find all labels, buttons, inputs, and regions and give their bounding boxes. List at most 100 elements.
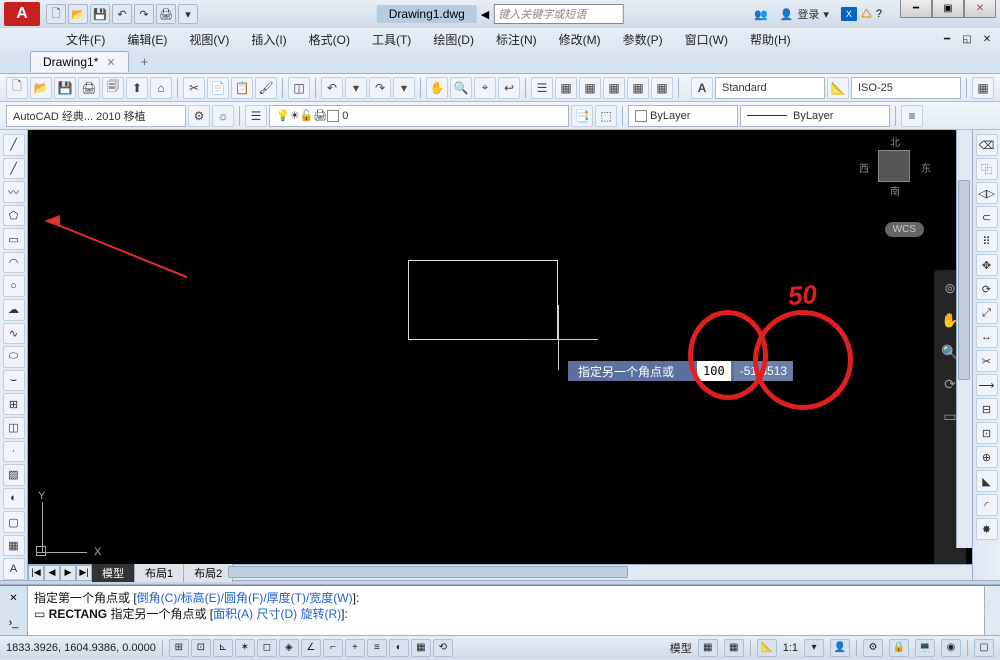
color-dropdown[interactable]: ByLayer	[628, 105, 738, 127]
menu-format[interactable]: 格式(O)	[299, 29, 360, 50]
window-maximize[interactable]: ▣	[932, 0, 964, 18]
rectangle-tool[interactable]: ▭	[3, 228, 25, 250]
polygon-tool[interactable]: ⬠	[3, 205, 25, 227]
3dprint-icon[interactable]: ⌂	[150, 77, 172, 99]
erase-tool[interactable]: ⌫	[976, 134, 998, 156]
hatch-tool[interactable]: ▨	[3, 464, 25, 486]
osnap-icon[interactable]: ◻	[257, 639, 277, 657]
zoom-window-icon[interactable]: ⌖	[474, 77, 496, 99]
tool-palette-icon[interactable]: ▦	[579, 77, 601, 99]
break-tool[interactable]: ⊡	[976, 422, 998, 444]
help-icon[interactable]: ?	[876, 8, 882, 20]
workspace-gear-icon[interactable]: ☼	[212, 105, 234, 127]
gradient-tool[interactable]: ◐	[3, 488, 25, 510]
dyn-input-icon[interactable]: +	[345, 639, 365, 657]
ortho-icon[interactable]: ⊾	[213, 639, 233, 657]
menu-help[interactable]: 帮助(H)	[740, 29, 801, 50]
mtext-tool[interactable]: A	[3, 558, 25, 580]
design-center-icon[interactable]: ▦	[555, 77, 577, 99]
dropdown-icon[interactable]: 🛆	[861, 5, 872, 24]
lineweight-toggle-icon[interactable]: ≡	[367, 639, 387, 657]
doc-minimize[interactable]: ━	[938, 31, 956, 47]
insert-block-tool[interactable]: ⊞	[3, 393, 25, 415]
menu-dimension[interactable]: 标注(N)	[486, 29, 547, 50]
wcs-badge[interactable]: WCS	[885, 222, 924, 237]
menu-draw[interactable]: 绘图(D)	[423, 29, 484, 50]
copy-icon[interactable]: 📄	[207, 77, 229, 99]
sheet-set-icon[interactable]: ▦	[603, 77, 625, 99]
markup-icon[interactable]: ▦	[627, 77, 649, 99]
properties-icon[interactable]: ☰	[531, 77, 553, 99]
paste-icon[interactable]: 📋	[231, 77, 253, 99]
annotation-scale-icon[interactable]: 📐	[757, 639, 777, 657]
cmd-close-icon[interactable]: ✕	[9, 593, 17, 604]
annotation-scale[interactable]: 1:1	[783, 642, 798, 654]
layer-properties-icon[interactable]: ☰	[245, 105, 267, 127]
viewcube-face[interactable]	[878, 150, 910, 182]
canvas-scrollbar-v[interactable]	[956, 130, 972, 548]
menu-edit[interactable]: 编辑(E)	[117, 29, 177, 50]
rotate-tool[interactable]: ⟳	[976, 278, 998, 300]
revision-cloud-tool[interactable]: ☁	[3, 299, 25, 321]
doc-close[interactable]: ✕	[978, 31, 996, 47]
ducs-icon[interactable]: ⌐	[323, 639, 343, 657]
new-icon[interactable]: 🗋	[6, 77, 28, 99]
quickcalc-icon[interactable]: ▦	[651, 77, 673, 99]
auto-scale-icon[interactable]: 👤	[830, 639, 850, 657]
layout-nav-prev[interactable]: ◀	[44, 565, 60, 581]
dim-style-dropdown[interactable]: ISO-25	[851, 77, 961, 99]
layout-tab-1[interactable]: 布局1	[135, 564, 184, 582]
publish-icon[interactable]: ⬆	[126, 77, 148, 99]
infocenter-icon[interactable]: 👥	[754, 8, 768, 21]
open-icon[interactable]: 📂	[30, 77, 52, 99]
lock-ui-icon[interactable]: 🔒	[889, 639, 909, 657]
coordinate-display[interactable]: 1833.3926, 1604.9386, 0.0000	[6, 642, 156, 654]
undo-dropdown[interactable]: ▾	[345, 77, 367, 99]
transparency-icon[interactable]: ◐	[389, 639, 409, 657]
pan-icon[interactable]: ✋	[426, 77, 448, 99]
menu-file[interactable]: 文件(F)	[56, 29, 115, 50]
qat-btn[interactable]: ↷	[134, 4, 154, 24]
dim-style-icon[interactable]: 📐	[827, 77, 849, 99]
polyline-tool[interactable]: 〰	[3, 181, 25, 203]
circle-tool[interactable]: ○	[3, 275, 25, 297]
annotation-visibility-icon[interactable]: ▾	[804, 639, 824, 657]
layout-tab-model[interactable]: 模型	[92, 564, 135, 582]
make-block-tool[interactable]: ◫	[3, 417, 25, 439]
match-prop-icon[interactable]: 🖌	[255, 77, 277, 99]
search-input[interactable]: 键入关键字或短语	[493, 4, 623, 24]
search-nav-prev[interactable]: ◀	[481, 8, 489, 21]
break-at-point-tool[interactable]: ⊟	[976, 398, 998, 420]
workspace-settings-icon[interactable]: ⚙	[188, 105, 210, 127]
table-tool[interactable]: ▦	[3, 535, 25, 557]
otrack-icon[interactable]: ∠	[301, 639, 321, 657]
print-icon[interactable]: 🖨	[78, 77, 100, 99]
plot-preview-icon[interactable]: 🗐	[102, 77, 124, 99]
layer-dropdown[interactable]: 💡 ☀ 🔓 🖨 0	[269, 105, 569, 127]
login-button[interactable]: 👤 登录 ▾	[772, 4, 837, 24]
menu-view[interactable]: 视图(V)	[179, 29, 239, 50]
tab-close-icon[interactable]: ✕	[106, 56, 115, 69]
table-style-icon[interactable]: ▦	[972, 77, 994, 99]
command-history[interactable]: 指定第一个角点或 [倒角(C)/标高(E)/圆角(F)/厚度(T)/宽度(W)]…	[28, 586, 984, 635]
quick-props-icon[interactable]: ▦	[411, 639, 431, 657]
qat-btn[interactable]: 🗋	[46, 4, 66, 24]
isolate-icon[interactable]: ◉	[941, 639, 961, 657]
selection-cycle-icon[interactable]: ⟲	[433, 639, 453, 657]
mirror-tool[interactable]: ◁▷	[976, 182, 998, 204]
command-scrollbar[interactable]	[984, 586, 1000, 635]
viewcube[interactable]: 北 南 东 西	[860, 136, 930, 206]
hardware-accel-icon[interactable]: 💻	[915, 639, 935, 657]
explode-tool[interactable]: ✸	[976, 518, 998, 540]
point-tool[interactable]: ·	[3, 441, 25, 463]
zoom-previous-icon[interactable]: ↩	[498, 77, 520, 99]
exchange-icon[interactable]: X	[841, 7, 857, 21]
lineweight-icon[interactable]: ≡	[901, 105, 923, 127]
3dosnap-icon[interactable]: ◈	[279, 639, 299, 657]
redo-dropdown[interactable]: ▾	[393, 77, 415, 99]
quick-view-drawings-icon[interactable]: ▦	[724, 639, 744, 657]
menu-parametric[interactable]: 参数(P)	[613, 29, 673, 50]
ellipse-tool[interactable]: ⬭	[3, 346, 25, 368]
redo-icon[interactable]: ↷	[369, 77, 391, 99]
polar-icon[interactable]: ✶	[235, 639, 255, 657]
